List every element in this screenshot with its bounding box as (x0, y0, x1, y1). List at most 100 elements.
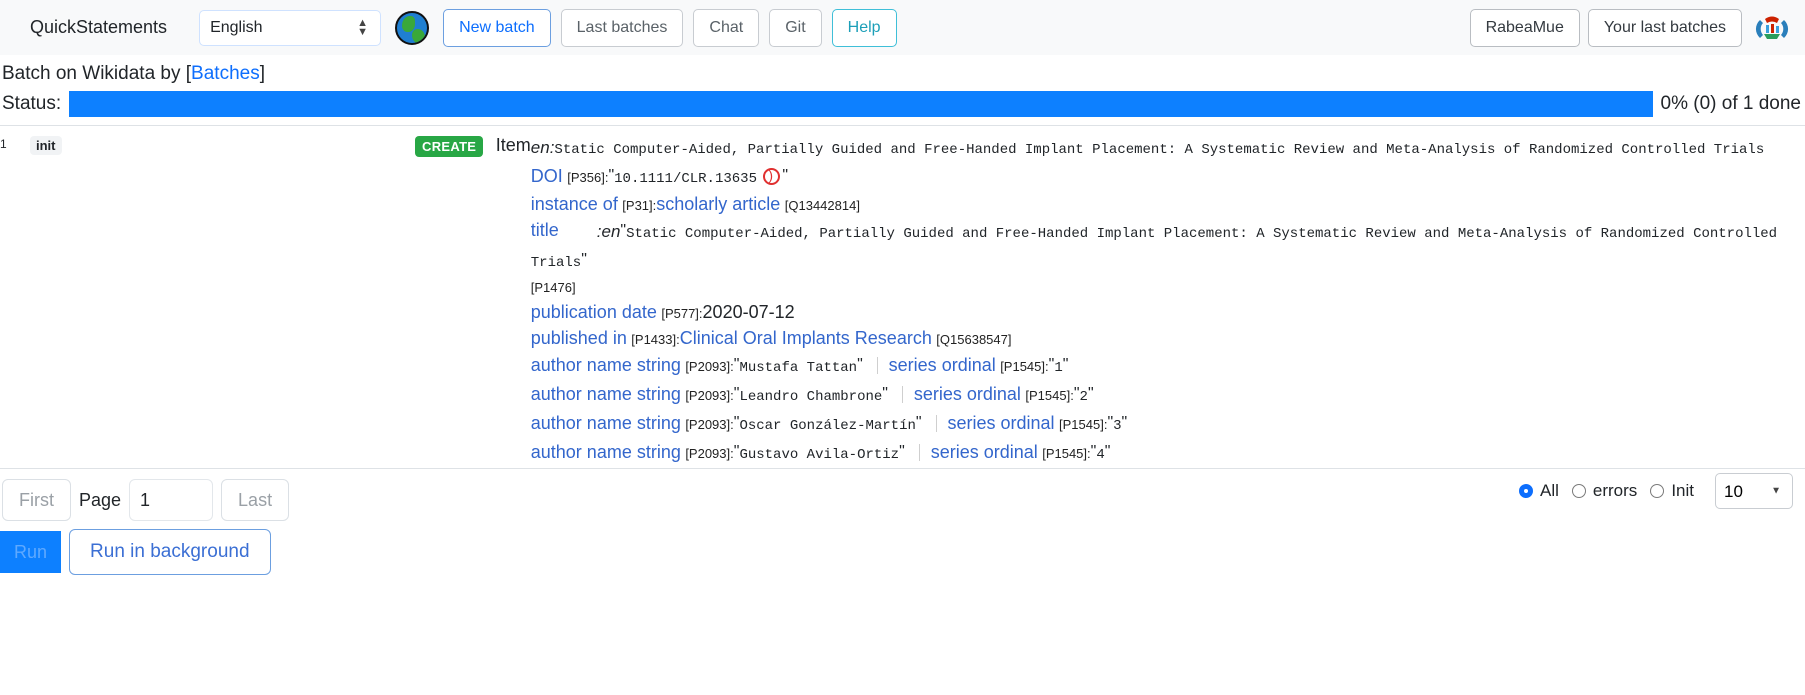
statement-publication-date: publication date [P577]:2020-07-12 (530, 302, 795, 322)
property-id: [P2093] (685, 359, 731, 374)
run-button[interactable]: Run (0, 531, 62, 573)
statement-published-in: published in [P1433]:Clinical Oral Impla… (530, 328, 1012, 348)
statement-value: Mustafa Tattan (739, 360, 858, 376)
statement-author-name-string: author name string [P2093]:"Mustafa Tatt… (530, 355, 1069, 376)
label-value: Static Computer-Aided, Partially Guided … (554, 142, 1765, 158)
qualifier-divider (902, 386, 904, 403)
status-row: Status: 0% (0) of 1 done (0, 89, 1805, 125)
property-id: [P2093] (685, 388, 731, 403)
rows-per-page-wrapper[interactable]: 10 ▼ (1707, 473, 1793, 509)
rows-per-page-select[interactable]: 10 (1715, 473, 1793, 509)
statement-instance-of: instance of [P31]:scholarly article [Q13… (530, 194, 860, 214)
property-id: [P31] (622, 198, 653, 213)
last-batches-button[interactable]: Last batches (560, 8, 684, 47)
label-lang: en (530, 138, 550, 157)
property-label[interactable]: author name string (531, 384, 681, 404)
create-badge: CREATE (415, 136, 484, 157)
statement-value-id: [Q13442814] (784, 198, 860, 213)
statement-value: Gustavo Avila-Ortiz (739, 447, 900, 463)
footer-controls: First Page Last Run Run in background Al… (0, 469, 1805, 575)
qualifier-value: 3 (1113, 418, 1122, 434)
statement-value: 2020-07-12 (702, 302, 795, 322)
command-row-number: 1 (0, 137, 7, 151)
batches-link[interactable]: Batches (191, 63, 260, 84)
statement-doi: DOI [P356]:"10.1111/CLR.13635 " (531, 163, 1799, 192)
qualifier-property-label[interactable]: series ordinal (889, 355, 996, 375)
batch-title: Batch on Wikidata by [Batches] (0, 55, 1805, 89)
title-lang: :en (596, 222, 621, 241)
your-last-batches-button[interactable]: Your last batches (1587, 8, 1742, 47)
statement-author-name-string: author name string [P2093]:"Leandro Cham… (530, 384, 1094, 405)
qualifier-property-id: [P1545] (1000, 359, 1046, 374)
qualifier-property-label[interactable]: series ordinal (947, 413, 1054, 433)
property-label[interactable]: instance of (531, 194, 618, 214)
statement-title: title :en"Static Computer-Aided, Partial… (530, 220, 1778, 295)
navbar: QuickStatements English ▲ ▼ New batch Las… (0, 0, 1805, 55)
filter-label-init: Init (1671, 481, 1694, 500)
page-label: Page (79, 489, 122, 510)
filter-radio-init[interactable] (1650, 484, 1665, 498)
language-select-wrapper[interactable]: English ▲ ▼ (199, 9, 382, 46)
qualifier-value: 2 (1079, 389, 1088, 405)
property-label[interactable]: author name string (531, 413, 681, 433)
chat-button[interactable]: Chat (693, 8, 760, 47)
filter-label-all: All (1540, 481, 1559, 500)
globe-icon (395, 10, 430, 45)
property-label[interactable]: publication date (531, 302, 657, 322)
property-id: [P1476] (530, 280, 576, 295)
doi-external-link-icon[interactable] (763, 167, 781, 185)
batch-title-prefix: Batch on Wikidata by [ (2, 63, 192, 84)
qualifier-property-label[interactable]: series ordinal (914, 384, 1021, 404)
command-status-cell: init (30, 133, 145, 468)
app-brand: QuickStatements (30, 17, 168, 37)
property-label[interactable]: DOI (531, 166, 563, 186)
filter-radio-errors[interactable] (1571, 484, 1586, 498)
qualifier-divider (936, 415, 938, 432)
last-page-button[interactable]: Last (221, 479, 290, 521)
property-id: [P1433] (631, 332, 677, 347)
progress-bar-track (69, 91, 1653, 117)
page-input[interactable] (129, 479, 214, 521)
wikidata-logo-icon[interactable] (1755, 11, 1789, 45)
help-button[interactable]: Help (831, 8, 897, 47)
qualifier-property-id: [P1545] (1042, 446, 1088, 461)
first-page-button[interactable]: First (2, 479, 71, 521)
run-controls: Run Run in background (0, 521, 1805, 575)
label-statement: en:Static Computer-Aided, Partially Guid… (531, 135, 1799, 163)
property-id: [P2093] (685, 417, 731, 432)
statement-value[interactable]: scholarly article (656, 194, 780, 214)
statement-value: 10.1111/CLR.13635 (614, 171, 757, 187)
command-action-cell: CREATE Item (415, 133, 531, 468)
statement-value: Oscar González-Martín (739, 418, 916, 434)
statement-author-name-string: author name string [P2093]:"Gustavo Avil… (530, 442, 1111, 463)
user-menu-button[interactable]: RabeaMue (1469, 8, 1580, 47)
status-label: Status: (2, 93, 62, 114)
git-button[interactable]: Git (769, 8, 822, 47)
statement-value: Static Computer-Aided, Partially Guided … (530, 226, 1778, 271)
qualifier-property-id: [P1545] (1059, 417, 1104, 432)
command-table: 1 init CREATE Item en:Static Computer-Ai… (0, 125, 1805, 469)
filter-label-errors: errors (1592, 481, 1638, 500)
new-batch-button[interactable]: New batch (443, 8, 551, 47)
run-in-background-button[interactable]: Run in background (69, 529, 271, 575)
property-id: [P356] (567, 170, 605, 185)
property-id: [P577] (661, 306, 699, 321)
status-badge: init (30, 136, 62, 155)
qualifier-divider (919, 444, 921, 461)
filter-controls: All errors Init 10 ▼ (1519, 473, 1793, 509)
statement-value[interactable]: Clinical Oral Implants Research (680, 328, 932, 348)
qualifier-property-label[interactable]: series ordinal (931, 442, 1038, 462)
statement-value-id: [Q15638547] (936, 332, 1012, 347)
property-label[interactable]: title (531, 220, 559, 240)
property-label[interactable]: author name string (531, 355, 681, 375)
filter-radio-all[interactable] (1519, 484, 1533, 498)
statement-value: Leandro Chambrone (739, 389, 883, 405)
batch-title-suffix: ] (259, 63, 265, 84)
qualifier-value: 1 (1054, 360, 1063, 376)
property-label[interactable]: published in (531, 328, 627, 348)
navbar-right-group: RabeaMue Your last batches (1469, 8, 1789, 47)
language-select[interactable]: English (199, 9, 382, 46)
command-spacer-cell (145, 133, 415, 468)
property-id: [P2093] (685, 446, 731, 461)
property-label[interactable]: author name string (531, 442, 681, 462)
